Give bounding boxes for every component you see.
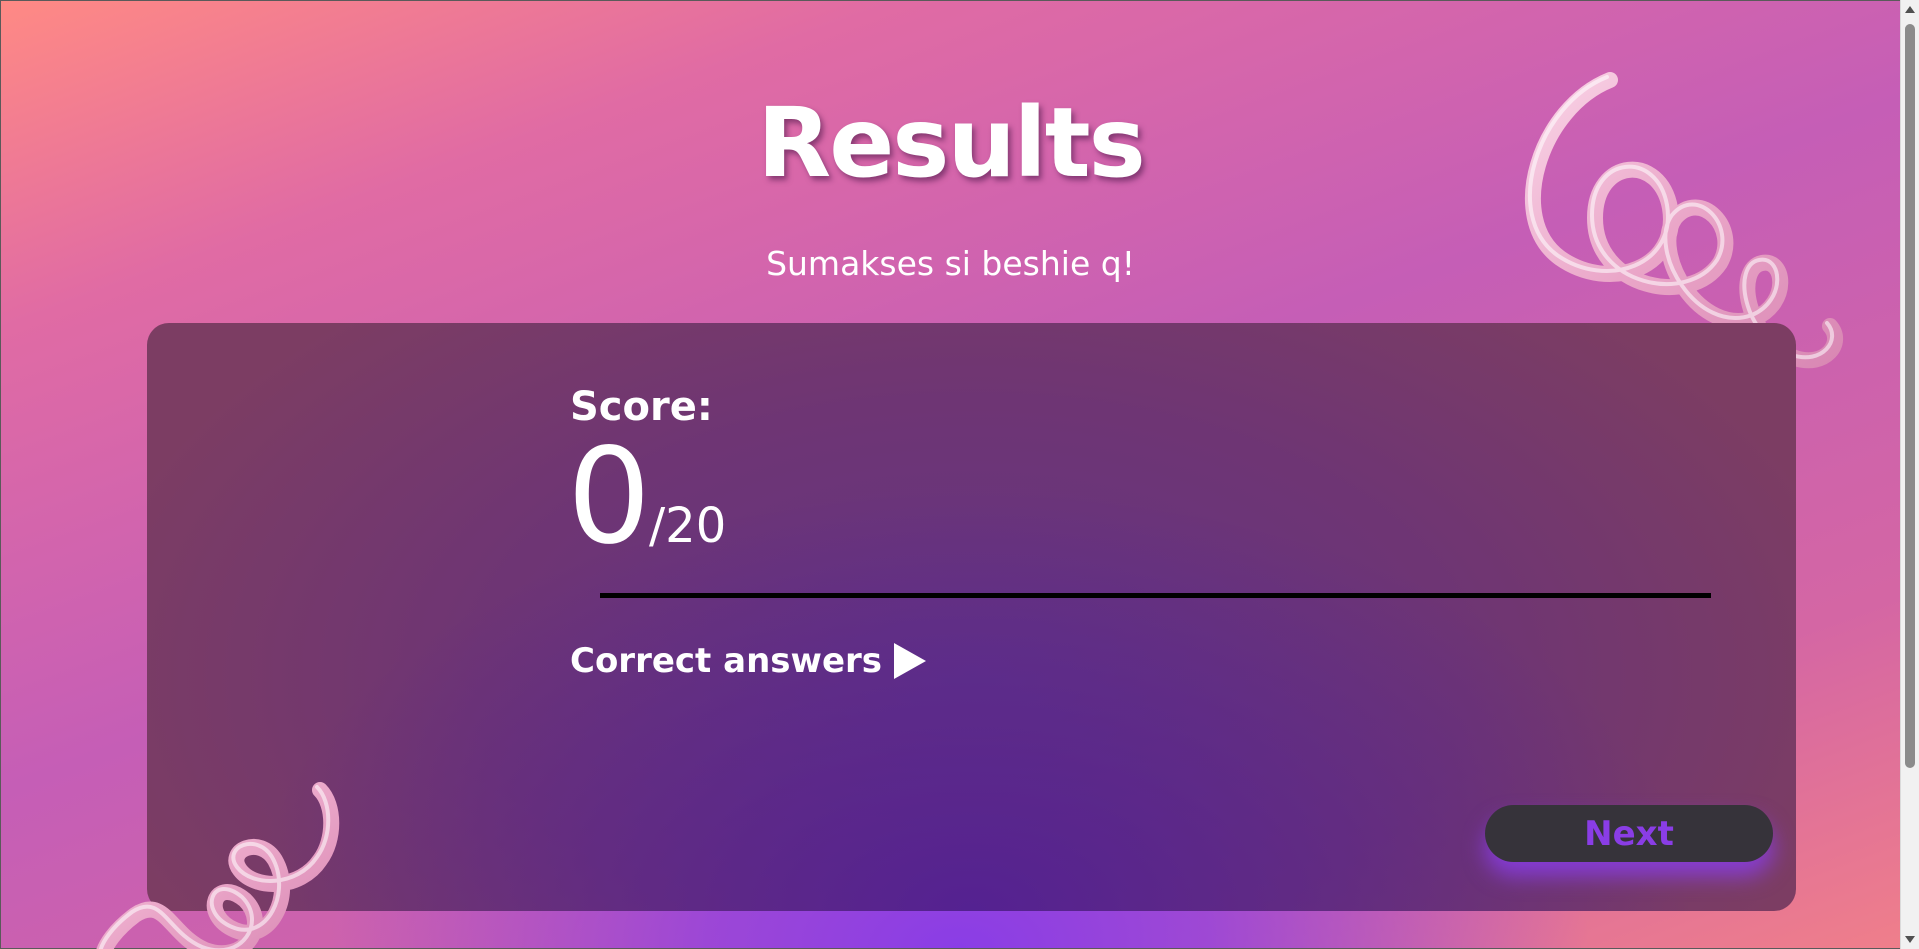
play-triangle-icon bbox=[894, 643, 927, 679]
vertical-scrollbar[interactable] bbox=[1900, 0, 1919, 949]
divider bbox=[600, 593, 1711, 598]
next-button[interactable]: Next bbox=[1485, 805, 1773, 862]
results-card: Score: 0/20 Correct answers Next bbox=[147, 323, 1796, 911]
score-value: 0 bbox=[567, 420, 651, 574]
scroll-thumb[interactable] bbox=[1905, 24, 1915, 768]
score-total: /20 bbox=[648, 498, 727, 554]
correct-answers-toggle[interactable]: Correct answers bbox=[570, 639, 927, 683]
page-title: Results bbox=[757, 87, 1145, 199]
scroll-down-arrow-icon[interactable] bbox=[1905, 936, 1915, 943]
page-subtitle: Sumakses si beshie q! bbox=[766, 244, 1135, 283]
score-display: 0/20 bbox=[567, 431, 726, 563]
scroll-up-arrow-icon[interactable] bbox=[1905, 6, 1915, 13]
correct-answers-label: Correct answers bbox=[570, 641, 883, 681]
